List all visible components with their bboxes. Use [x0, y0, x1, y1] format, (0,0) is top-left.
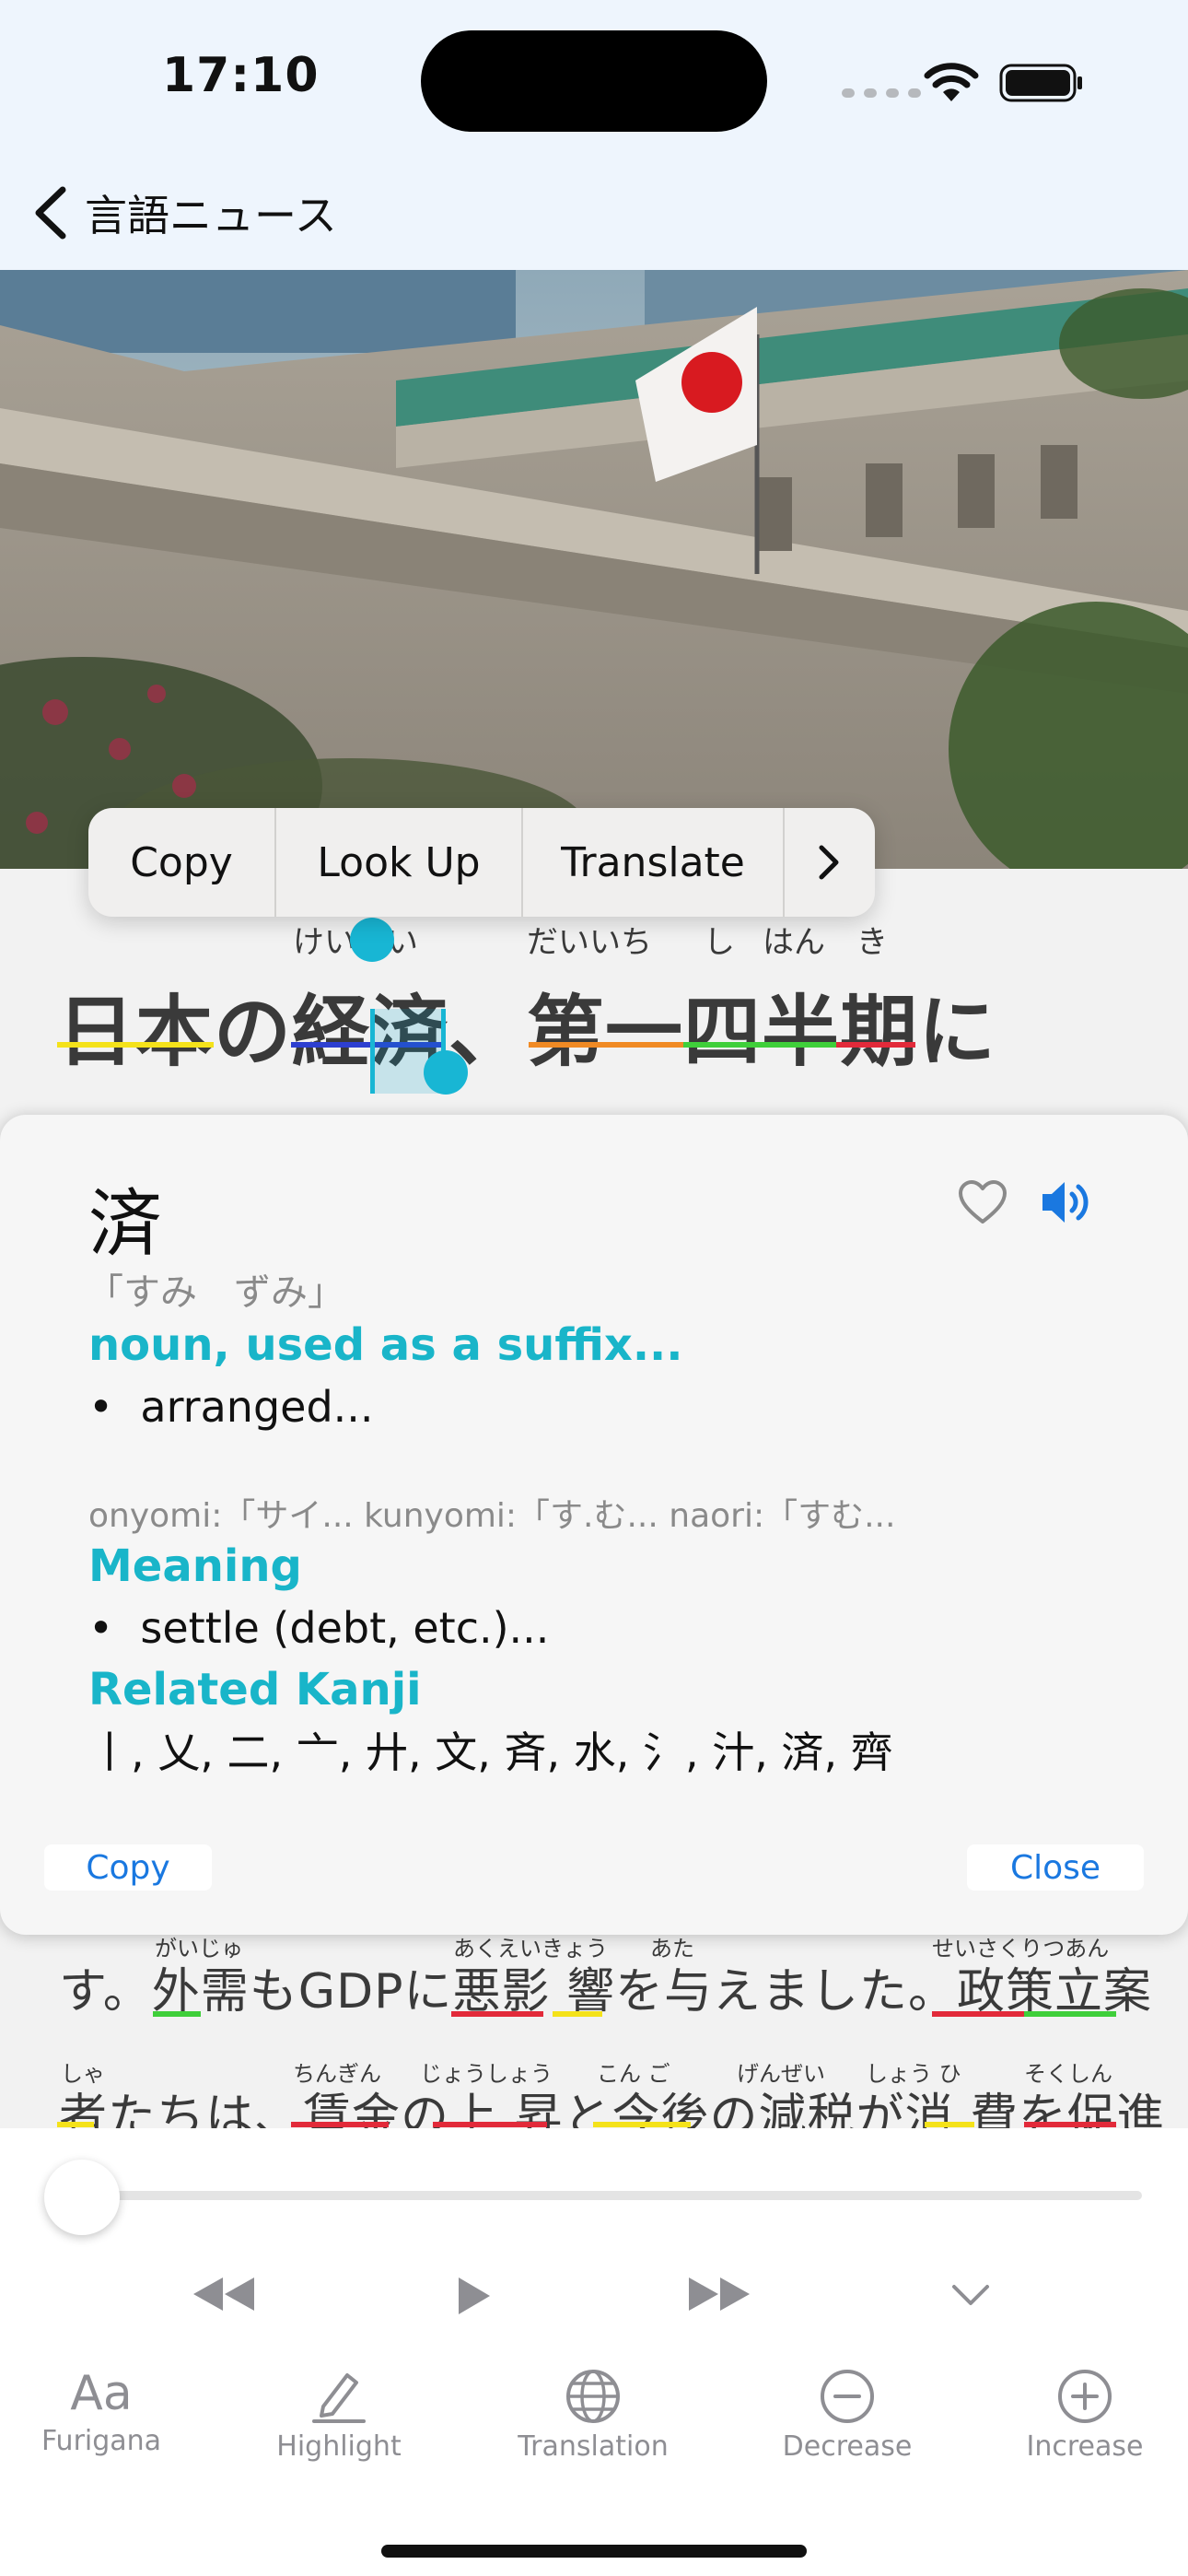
top-bar: 17:10 言語ニュース [0, 0, 1188, 270]
underline-red [433, 2122, 547, 2127]
progress-thumb[interactable] [44, 2160, 120, 2235]
meaning-text: settle (debt, etc.)... [140, 1603, 550, 1653]
context-look-up[interactable]: Look Up [276, 808, 523, 917]
article-hero-image[interactable] [0, 270, 1188, 869]
battery-icon [999, 64, 1082, 102]
underline-red [932, 2011, 1024, 2017]
furigana-han: はん [763, 924, 825, 961]
speaker-icon[interactable] [1039, 1177, 1094, 1227]
related-kanji-heading: Related Kanji [88, 1664, 422, 1715]
home-indicator [381, 2545, 807, 2558]
pencil-icon [312, 2373, 366, 2423]
context-menu: Copy Look Up Translate [88, 808, 875, 917]
underline-yellow [57, 2122, 94, 2127]
tab-label: Decrease [782, 2430, 913, 2463]
furigana-shi: し [704, 924, 735, 961]
article-line[interactable]: 者たちは、賃金の上 昇と今後の減税が消 費を促進 [59, 2078, 1165, 2128]
tab-label: Translation [518, 2430, 669, 2463]
definition-item: • arranged... [88, 1382, 374, 1432]
selection-handle-start[interactable] [350, 918, 394, 962]
underline-red [1024, 2122, 1116, 2127]
context-copy[interactable]: Copy [88, 808, 276, 917]
tab-increase[interactable]: Increase [993, 2368, 1177, 2463]
furigana-ki: き [856, 924, 888, 961]
article-headline[interactable]: 日本の経済、第一四半期に [57, 970, 996, 1082]
meaning-heading: Meaning [88, 1540, 302, 1592]
related-kanji-list[interactable]: 丨, 乂, 二, 亠, 廾, 文, 斉, 水, 氵, 汁, 済, 齊 [88, 1719, 893, 1780]
audio-player: Aa Furigana Highlight Translation Decrea… [0, 2128, 1188, 2576]
underline-yellow [925, 2122, 974, 2127]
underline-red [451, 2011, 543, 2017]
underline-yellow [593, 2122, 691, 2127]
part-of-speech: noun, used as a suffix... [88, 1319, 683, 1371]
back-button[interactable]: 言語ニュース [31, 182, 337, 243]
tab-furigana[interactable]: Aa Furigana [9, 2368, 193, 2457]
fast-forward-icon[interactable] [687, 2276, 751, 2313]
chevron-down-icon[interactable] [950, 2283, 991, 2307]
furigana-icon: Aa [70, 2366, 133, 2421]
wifi-icon [924, 63, 979, 101]
dictionary-kanji: 済 [88, 1181, 162, 1267]
underline-green [1024, 2011, 1116, 2017]
heart-icon[interactable] [958, 1179, 1007, 1225]
tab-translation[interactable]: Translation [501, 2368, 685, 2463]
kanji-readings: onyomi:「サイ... kunyomi:「す.む... naori:「すむ.… [88, 1497, 896, 1535]
tab-label: Increase [1026, 2430, 1144, 2463]
status-time: 17:10 [162, 48, 320, 103]
progress-track[interactable] [79, 2191, 1142, 2200]
underline-red [836, 1042, 915, 1048]
underline-yellow [57, 1042, 214, 1048]
rewind-icon[interactable] [192, 2276, 256, 2313]
underline-orange [529, 1042, 683, 1048]
context-translate[interactable]: Translate [523, 808, 785, 917]
minus-circle-icon [821, 2370, 874, 2423]
chevron-left-icon [35, 186, 66, 240]
tab-highlight[interactable]: Highlight [247, 2368, 431, 2463]
selection-handle-end[interactable] [424, 1050, 468, 1095]
back-label: 言語ニュース [85, 191, 337, 240]
furigana-daiichi: だいいち [527, 924, 652, 961]
context-more-button[interactable] [785, 808, 873, 917]
underline-green [683, 1042, 836, 1048]
chevron-right-icon [819, 845, 839, 880]
globe-icon [566, 2370, 620, 2423]
close-button[interactable]: Close [967, 1844, 1144, 1891]
dynamic-island [421, 30, 767, 132]
copy-button[interactable]: Copy [44, 1844, 212, 1891]
underline-yellow [553, 2011, 602, 2017]
tab-decrease[interactable]: Decrease [755, 2368, 939, 2463]
dictionary-sheet: 済 「すみ ずみ」 noun, used as a suffix... • ar… [0, 1115, 1188, 1935]
definition-text: arranged... [140, 1382, 374, 1432]
kanji-reading: 「すみ ずみ」 [87, 1271, 344, 1314]
tab-label: Highlight [276, 2430, 402, 2463]
meaning-item: • settle (debt, etc.)... [88, 1603, 550, 1653]
cellular-signal-icon [842, 88, 921, 98]
underline-red [291, 2122, 389, 2127]
plus-circle-icon [1058, 2370, 1112, 2423]
play-icon[interactable] [455, 2276, 494, 2316]
tab-label: Furigana [41, 2425, 162, 2457]
underline-green [153, 2011, 201, 2017]
